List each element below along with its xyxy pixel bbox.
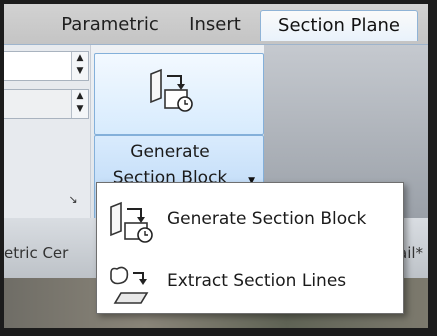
tab-insert[interactable]: Insert bbox=[180, 10, 250, 40]
section-block-icon bbox=[150, 68, 193, 112]
panel-launcher-icon[interactable]: ↘ bbox=[66, 193, 80, 207]
document-tab-partial-left[interactable]: etric Cer bbox=[4, 238, 94, 268]
menu-item-label-extract: Extract Section Lines bbox=[167, 271, 347, 291]
generate-label-line1: Generate bbox=[130, 142, 210, 162]
generate-dropdown-menu: Generate Section Block Extract Section L… bbox=[96, 182, 404, 314]
ribbon-tab-bar: Parametric Insert Section Plane bbox=[4, 4, 428, 44]
value-field-2[interactable]: ▲ ▼ bbox=[4, 89, 89, 119]
extract-section-lines-icon bbox=[110, 266, 149, 304]
value-field-1[interactable]: ▲ ▼ bbox=[4, 51, 89, 81]
generate-section-block-button[interactable] bbox=[94, 53, 264, 135]
menu-item-extract-section-lines[interactable]: Extract Section Lines bbox=[97, 253, 403, 313]
spinner-1[interactable]: ▲ ▼ bbox=[71, 52, 88, 80]
window-frame: Parametric Insert Section Plane ▲ ▼ ▲ ▼ ↘ bbox=[0, 0, 437, 336]
menu-item-generate-section-block[interactable]: Generate Section Block bbox=[97, 191, 403, 251]
menu-item-label-generate: Generate Section Block bbox=[167, 209, 367, 229]
properties-panel: ▲ ▼ ▲ ▼ ↘ bbox=[4, 45, 91, 219]
tab-parametric[interactable]: Parametric bbox=[50, 10, 170, 40]
generate-section-block-icon bbox=[110, 201, 153, 243]
ribbon-window: Parametric Insert Section Plane ▲ ▼ ▲ ▼ ↘ bbox=[4, 4, 428, 328]
tab-section-plane[interactable]: Section Plane bbox=[260, 10, 418, 41]
spinner-2[interactable]: ▲ ▼ bbox=[71, 90, 88, 118]
